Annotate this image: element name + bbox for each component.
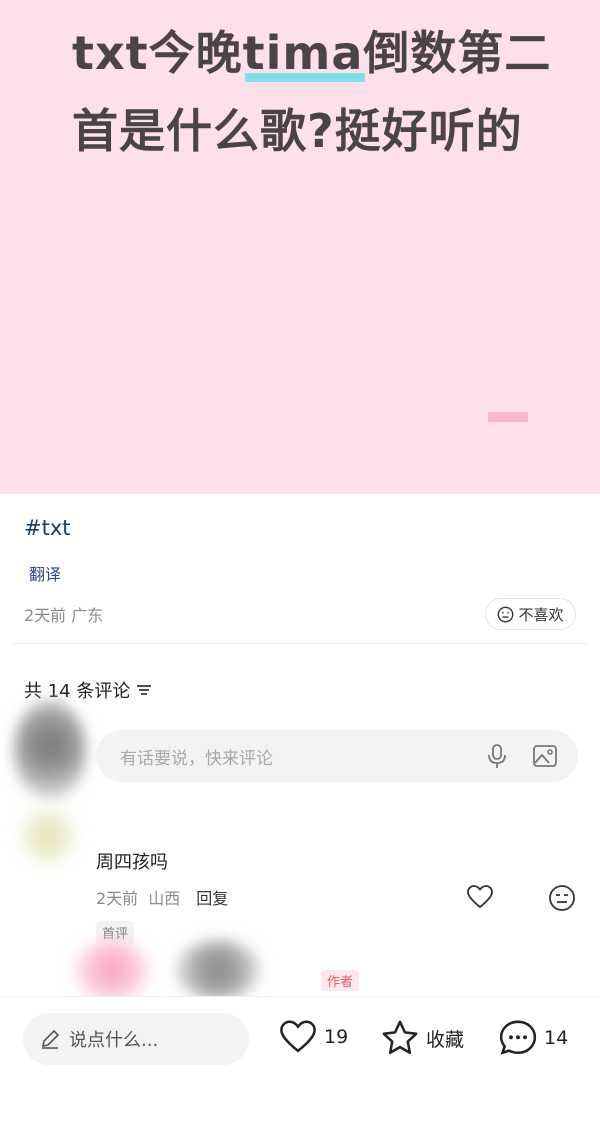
comment-input[interactable]: 有话要说，快来评论 <box>96 730 578 782</box>
hashtag-link[interactable]: #txt <box>24 516 71 540</box>
dislike-button[interactable]: 不喜欢 <box>485 598 576 630</box>
avatar[interactable] <box>14 700 86 800</box>
sort-icon <box>137 685 152 695</box>
avatar[interactable] <box>20 808 76 864</box>
like-button[interactable]: 19 <box>278 1019 348 1055</box>
decorative-dash <box>488 412 528 422</box>
post-image-text: txt今晚tima倒数第二首是什么歌?挺好听的 <box>72 14 572 170</box>
microphone-icon[interactable] <box>485 743 509 769</box>
dislike-label: 不喜欢 <box>518 605 564 624</box>
translate-button[interactable]: 翻译 <box>29 561 61 585</box>
comment-button[interactable]: 14 <box>498 1019 568 1057</box>
divider <box>12 643 588 644</box>
avatar[interactable] <box>176 940 260 1000</box>
comment-count[interactable]: 共 14 条评论 <box>24 677 152 703</box>
favorite-button[interactable]: 收藏 <box>380 1019 464 1057</box>
author-badge: 作者 <box>321 970 360 991</box>
heart-icon <box>280 1020 316 1053</box>
comment-location: 山西 <box>148 889 181 908</box>
comment-count-label: 共 14 条评论 <box>24 681 131 702</box>
say-something-placeholder: 说点什么... <box>69 1030 159 1051</box>
neutral-face-icon <box>498 606 514 622</box>
pencil-icon <box>41 1029 60 1049</box>
comment-time: 2天前 <box>96 889 139 908</box>
comment-bubble-icon <box>499 1020 537 1055</box>
post-meta: 2天前 广东 <box>24 606 104 625</box>
highlight-text: tima <box>243 14 366 92</box>
post-image[interactable]: txt今晚tima倒数第二首是什么歌?挺好听的 <box>0 0 600 494</box>
dislike-face-icon[interactable] <box>548 884 576 912</box>
comment-count-bottom: 14 <box>544 1027 569 1049</box>
say-something-input[interactable]: 说点什么... <box>23 1013 249 1065</box>
reply-button[interactable]: 回复 <box>196 885 228 909</box>
avatar[interactable] <box>74 940 150 1000</box>
comment-input-placeholder: 有话要说，快来评论 <box>120 749 273 769</box>
heart-icon[interactable] <box>466 884 494 910</box>
favorite-label: 收藏 <box>426 1028 465 1051</box>
like-count: 19 <box>324 1026 349 1048</box>
star-icon <box>382 1020 418 1055</box>
comment-meta: 2天前 山西 回复 <box>96 885 228 909</box>
comment-text: 周四孩吗 <box>96 852 168 873</box>
image-icon[interactable] <box>532 743 558 769</box>
bottom-action-bar: 说点什么... 19 收藏 14 <box>0 996 600 1131</box>
